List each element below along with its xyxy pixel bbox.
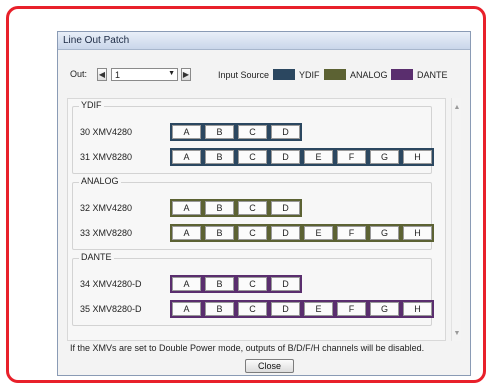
channel-button-d[interactable]: D: [269, 224, 302, 242]
channel-button-d[interactable]: D: [269, 199, 302, 217]
legend-swatch-dante: [391, 69, 413, 80]
channel-button-c[interactable]: C: [236, 300, 269, 318]
device-label: 32 XMV4280: [80, 203, 133, 213]
out-label: Out:: [70, 69, 88, 79]
channel-button-g[interactable]: G: [368, 224, 401, 242]
channel-button-e[interactable]: E: [302, 224, 335, 242]
chevron-down-icon: ▼: [168, 70, 175, 77]
channel-button-b[interactable]: B: [203, 148, 236, 166]
channel-button-e[interactable]: E: [302, 300, 335, 318]
channel-button-a[interactable]: A: [170, 148, 203, 166]
chevron-right-icon[interactable]: ▶: [181, 68, 191, 81]
legend-label-dante: DANTE: [417, 70, 448, 80]
scroll-down-icon[interactable]: ▼: [453, 330, 461, 337]
line-out-patch-dialog: Line Out Patch Out: ◀ 1 ▼ ▶ Input Source…: [57, 31, 471, 376]
channel-button-h[interactable]: H: [401, 148, 434, 166]
channel-button-b[interactable]: B: [203, 123, 236, 141]
channel-button-f[interactable]: F: [335, 224, 368, 242]
patch-panel: YDIF 30 XMV4280 A B C D 31 XMV8280 A B C D E F G H ANAL…: [67, 98, 446, 341]
channel-button-a[interactable]: A: [170, 123, 203, 141]
device-label: 30 XMV4280: [80, 127, 133, 137]
section-analog: ANALOG 32 XMV4280 A B C D 33 XMV8280 A B C D E F G H: [72, 176, 434, 250]
section-title: ANALOG: [79, 176, 121, 186]
scroll-up-icon[interactable]: ▲: [453, 104, 461, 111]
channel-button-c[interactable]: C: [236, 224, 269, 242]
legend-swatch-analog: [324, 69, 346, 80]
out-select[interactable]: 1 ▼: [111, 68, 178, 81]
close-button[interactable]: Close: [245, 359, 294, 373]
highlight-frame: Line Out Patch Out: ◀ 1 ▼ ▶ Input Source…: [6, 6, 486, 383]
section-ydif: YDIF 30 XMV4280 A B C D 31 XMV8280 A B C D E F G H: [72, 100, 434, 174]
channel-button-d[interactable]: D: [269, 275, 302, 293]
vertical-scrollbar[interactable]: ▲ ▼: [451, 98, 461, 341]
legend-label-analog: ANALOG: [350, 70, 388, 80]
channel-button-g[interactable]: G: [368, 148, 401, 166]
channel-button-c[interactable]: C: [236, 275, 269, 293]
section-dante: DANTE 34 XMV4280-D A B C D 35 XMV8280-D A B C D E F G…: [72, 252, 434, 326]
section-title: DANTE: [79, 252, 114, 262]
window-title: Line Out Patch: [63, 35, 130, 46]
channel-button-d[interactable]: D: [269, 148, 302, 166]
device-label: 31 XMV8280: [80, 152, 133, 162]
device-label: 34 XMV4280-D: [80, 279, 142, 289]
channel-button-f[interactable]: F: [335, 148, 368, 166]
channel-button-b[interactable]: B: [203, 300, 236, 318]
out-select-value: 1: [115, 70, 121, 80]
channel-button-h[interactable]: H: [401, 224, 434, 242]
channel-button-c[interactable]: C: [236, 148, 269, 166]
device-label: 35 XMV8280-D: [80, 304, 142, 314]
channel-button-e[interactable]: E: [302, 148, 335, 166]
chevron-left-icon[interactable]: ◀: [97, 68, 107, 81]
channel-button-f[interactable]: F: [335, 300, 368, 318]
channel-button-b[interactable]: B: [203, 199, 236, 217]
channel-button-a[interactable]: A: [170, 224, 203, 242]
double-power-note: If the XMVs are set to Double Power mode…: [70, 343, 425, 353]
channel-button-a[interactable]: A: [170, 199, 203, 217]
title-bar[interactable]: Line Out Patch: [58, 32, 470, 50]
channel-button-a[interactable]: A: [170, 275, 203, 293]
channel-button-b[interactable]: B: [203, 275, 236, 293]
channel-button-c[interactable]: C: [236, 199, 269, 217]
channel-button-c[interactable]: C: [236, 123, 269, 141]
channel-button-d[interactable]: D: [269, 300, 302, 318]
channel-button-h[interactable]: H: [401, 300, 434, 318]
device-label: 33 XMV8280: [80, 228, 133, 238]
channel-button-g[interactable]: G: [368, 300, 401, 318]
legend-swatch-ydif: [273, 69, 295, 80]
channel-button-d[interactable]: D: [269, 123, 302, 141]
section-title: YDIF: [79, 100, 104, 110]
legend-title: Input Source: [218, 70, 270, 80]
legend-label-ydif: YDIF: [299, 70, 320, 80]
channel-button-b[interactable]: B: [203, 224, 236, 242]
channel-button-a[interactable]: A: [170, 300, 203, 318]
